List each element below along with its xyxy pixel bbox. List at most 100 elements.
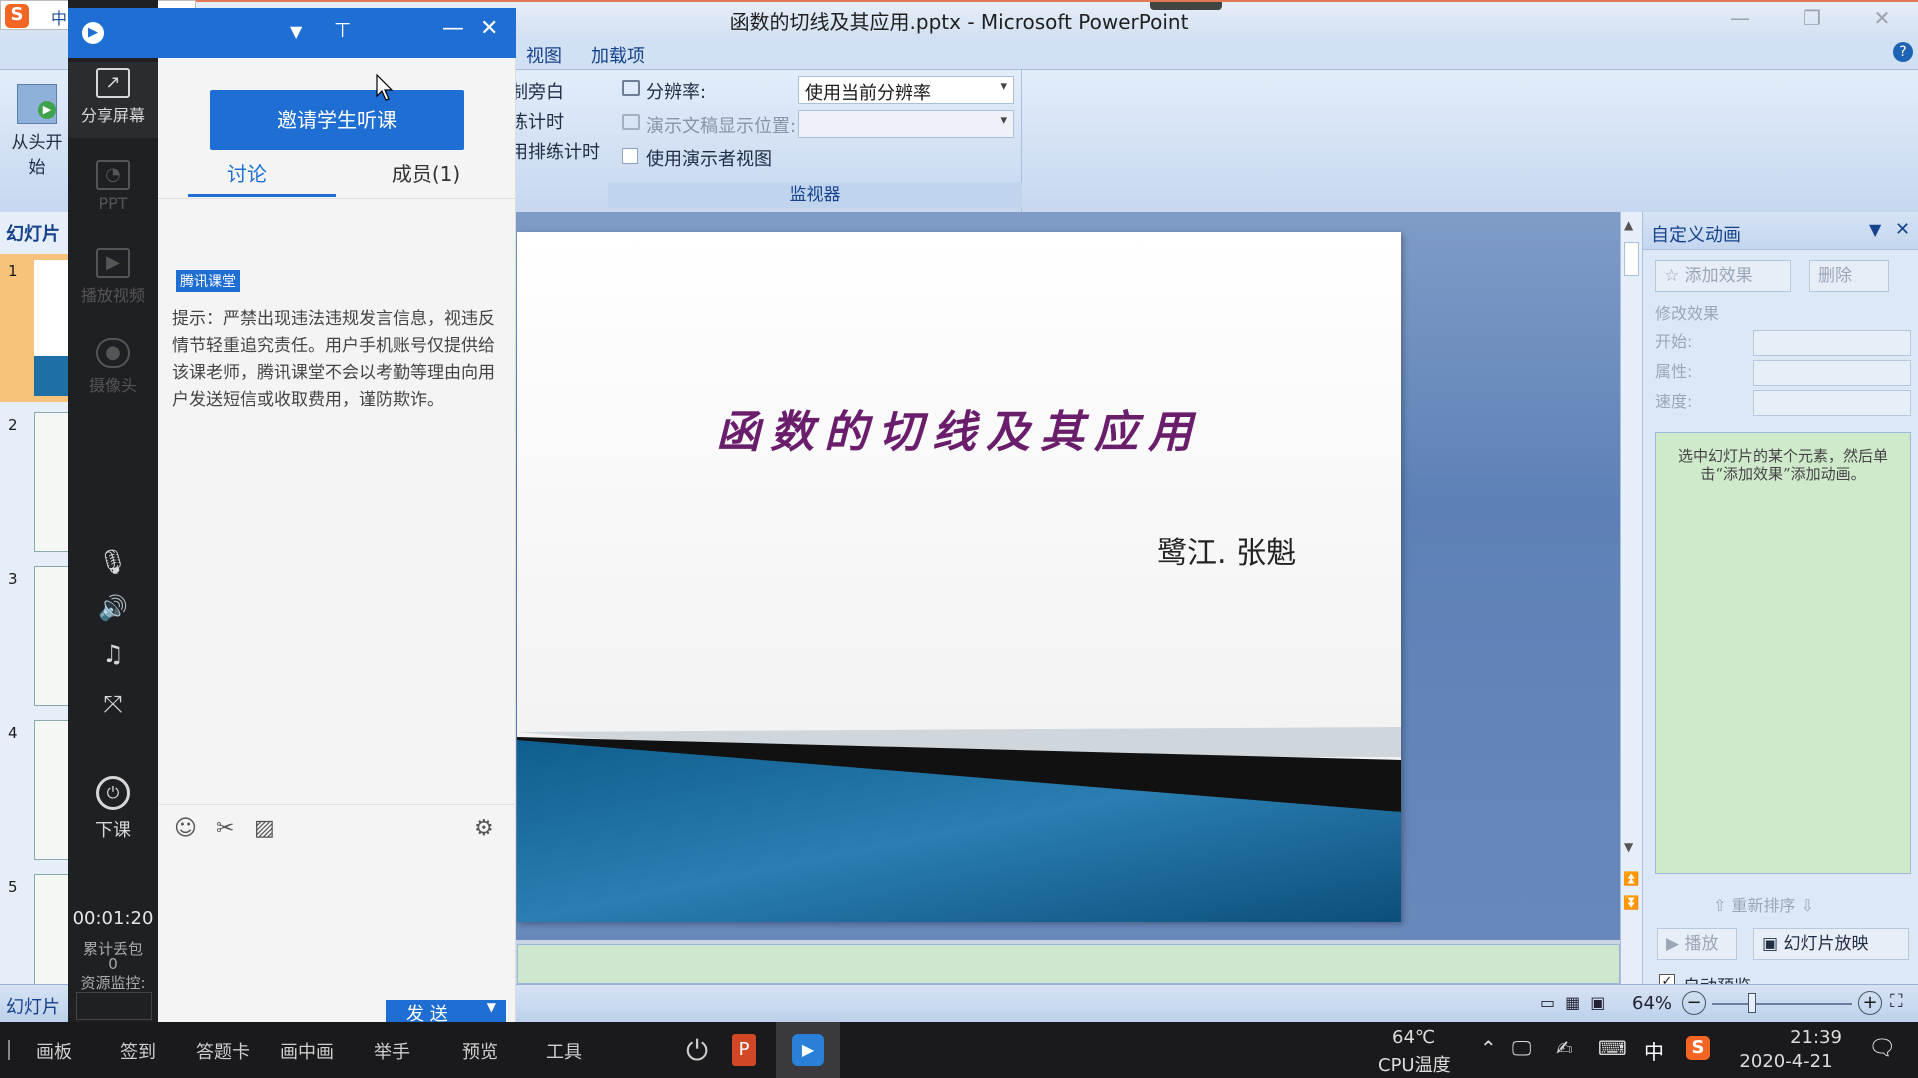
share-screen-button[interactable]: ↗ 分享屏幕 <box>68 62 158 138</box>
end-class-button[interactable]: ⏻ 下课 <box>68 776 158 842</box>
notifications-icon[interactable]: 🗨 <box>1868 1036 1896 1061</box>
ime-mode[interactable]: 中 <box>51 5 67 29</box>
toolbar-item-draw[interactable]: 画板 <box>36 1038 72 1064</box>
star-icon: ☆ <box>1664 266 1685 286</box>
from-start-label: 从头开始 <box>11 133 63 178</box>
end-class-label: 下课 <box>95 820 131 841</box>
notice-text: 提示：严禁出现违法违规发言信息，视违反情节轻重追究责任。用户手机账号仅提供给该课… <box>172 309 495 410</box>
network-icon[interactable]: 🖵 <box>1512 1036 1531 1060</box>
toolbar-item-answer-card[interactable]: 答题卡 <box>196 1038 250 1064</box>
restore-icon[interactable]: ❐ <box>1792 6 1832 32</box>
slide-thumb[interactable] <box>34 874 70 994</box>
close-icon[interactable]: ✕ <box>1862 6 1902 32</box>
toolbar-item-raise-hand[interactable]: 举手 <box>374 1038 410 1064</box>
ime-indicator[interactable]: 中 <box>1644 1036 1664 1065</box>
slide-thumb[interactable] <box>34 720 70 860</box>
pane-close-icon[interactable]: ✕ <box>1895 219 1910 240</box>
sogou-tray-icon[interactable]: S <box>1686 1036 1710 1060</box>
record-narration-label: 制旁白 <box>510 82 564 103</box>
image-icon[interactable]: ▨ <box>254 816 275 841</box>
active-app-highlight[interactable]: ▶ <box>776 1022 840 1078</box>
zoom-slider-thumb[interactable] <box>1748 993 1756 1013</box>
start-label: 开始: <box>1655 332 1693 351</box>
pin-icon[interactable]: ⊤ <box>334 18 351 42</box>
next-slide-icon[interactable]: ⏬ <box>1623 896 1639 911</box>
show-on-select <box>798 110 1014 138</box>
ppt-button[interactable]: ◔ PPT <box>68 160 158 213</box>
add-effect-label: 添加效果 <box>1684 266 1753 286</box>
slideshow-button[interactable]: ▣ 幻灯片放映 <box>1753 928 1909 960</box>
packet-loss-value: 0 <box>108 955 118 973</box>
speaker-icon[interactable]: 🔊 <box>68 594 158 622</box>
move-down-icon[interactable]: ⇩ <box>1796 896 1814 915</box>
pane-dropdown-icon[interactable]: ▼ <box>1869 220 1881 239</box>
reorder-label: 重新排序 <box>1731 896 1796 915</box>
send-options-icon[interactable]: ▼ <box>487 1000 496 1014</box>
minimize-icon[interactable]: — <box>1720 6 1760 32</box>
tab-members[interactable]: 成员(1) <box>336 158 516 187</box>
dropdown-icon[interactable]: ▼ <box>290 22 302 41</box>
slide-thumb[interactable] <box>34 260 70 396</box>
status-slides-tab[interactable]: 幻灯片 <box>6 993 60 1019</box>
move-up-icon[interactable]: ⇧ <box>1713 896 1732 915</box>
invite-students-button[interactable]: 邀请学生听课 <box>210 90 464 150</box>
zoom-slider[interactable] <box>1712 1003 1852 1005</box>
clock-date[interactable]: 2020-4-21 <box>1726 1051 1846 1072</box>
keyboard-icon[interactable]: ⌨ <box>1598 1036 1627 1060</box>
toolbar-item-checkin[interactable]: 签到 <box>120 1038 156 1064</box>
settings-icon[interactable]: ⚙ <box>474 816 494 841</box>
divider <box>158 804 516 805</box>
panel-minimize-icon[interactable]: — <box>442 16 464 41</box>
music-icon[interactable]: ♫ <box>68 640 158 668</box>
clock-time[interactable]: 21:39 <box>1756 1027 1876 1048</box>
tab-addins[interactable]: 加载项 <box>591 42 645 68</box>
prev-slide-icon[interactable]: ⏫ <box>1623 872 1639 887</box>
emoji-icon[interactable]: ☺ <box>174 816 197 841</box>
animation-list[interactable]: 选中幻灯片的某个元素，然后单击“添加效果”添加动画。 <box>1655 432 1911 874</box>
tray-expand-icon[interactable]: ⌃ <box>1480 1036 1497 1060</box>
toolbar-item-pip[interactable]: 画中画 <box>280 1038 334 1064</box>
panel-close-icon[interactable]: ✕ <box>480 16 498 41</box>
slide-title[interactable]: 函数的切线及其应用 <box>517 396 1401 460</box>
slide-canvas[interactable]: 函数的切线及其应用 鹭江. 张魁 <box>517 232 1401 922</box>
resolution-select[interactable]: 使用当前分辨率 <box>798 76 1014 104</box>
camera-button[interactable]: ● 摄像头 <box>68 338 158 396</box>
power-icon[interactable]: ⏻ <box>686 1034 708 1068</box>
slide-number: 1 <box>8 262 18 280</box>
help-icon[interactable]: ? <box>1893 42 1913 62</box>
tab-discuss[interactable]: 讨论 <box>158 158 336 187</box>
scissors-icon[interactable]: ✂ <box>216 816 234 841</box>
microphone-icon[interactable]: 🎙 <box>68 548 158 576</box>
zoom-level[interactable]: 64% <box>1632 993 1672 1014</box>
notes-pane[interactable] <box>517 944 1620 984</box>
tab-view[interactable]: 视图 <box>526 42 562 68</box>
zoom-out-icon[interactable]: − <box>1682 991 1706 1015</box>
slide-thumb[interactable] <box>34 412 70 552</box>
play-video-button[interactable]: ▶ 播放视频 <box>68 248 158 306</box>
play-button[interactable]: ▶ 播放 <box>1657 928 1737 960</box>
start-select <box>1753 330 1911 356</box>
fullscreen-icon[interactable]: ⤧ <box>68 690 158 718</box>
camera-icon: ● <box>96 338 130 368</box>
zoom-in-icon[interactable]: + <box>1858 991 1882 1015</box>
tencent-logo-icon: ▶ <box>82 22 104 44</box>
remove-effect-button[interactable]: 删除 <box>1809 260 1889 292</box>
record-narration-partial[interactable]: 制旁白 练计时 用排练计时 <box>510 78 600 168</box>
remove-label: 删除 <box>1818 266 1852 286</box>
toolbar-item-tools[interactable]: 工具 <box>546 1038 582 1064</box>
tencent-chat-panel: 讨论 成员(1) 腾讯课堂 提示：严禁出现违法违规发言信息，视违反情节轻重追究责… <box>158 8 516 1026</box>
add-effect-button[interactable]: ☆ 添加效果 <box>1655 260 1791 292</box>
slide-author[interactable]: 鹭江. 张魁 <box>1157 528 1296 572</box>
slides-tab[interactable]: 幻灯片 <box>6 220 60 246</box>
slide-thumb[interactable] <box>34 566 70 706</box>
powerpoint-taskbar-icon[interactable]: P <box>732 1034 756 1066</box>
reorder-control: ⇧ 重新排序 ⇩ <box>1713 892 1814 916</box>
pen-icon[interactable]: ✍ <box>1556 1036 1573 1060</box>
from-start-button[interactable]: ▶ 从头开始 <box>4 80 70 192</box>
presenter-view-checkbox[interactable] <box>622 148 638 164</box>
vertical-scrollbar[interactable]: ▲ ▼ ⏫ ⏬ <box>1620 212 1642 984</box>
view-buttons-icon[interactable]: ▭▦▣ <box>1540 993 1615 1012</box>
fit-window-icon[interactable]: ⛶ <box>1890 991 1903 1012</box>
toolbar-item-preview[interactable]: 预览 <box>462 1038 498 1064</box>
share-screen-icon: ↗ <box>96 68 130 98</box>
